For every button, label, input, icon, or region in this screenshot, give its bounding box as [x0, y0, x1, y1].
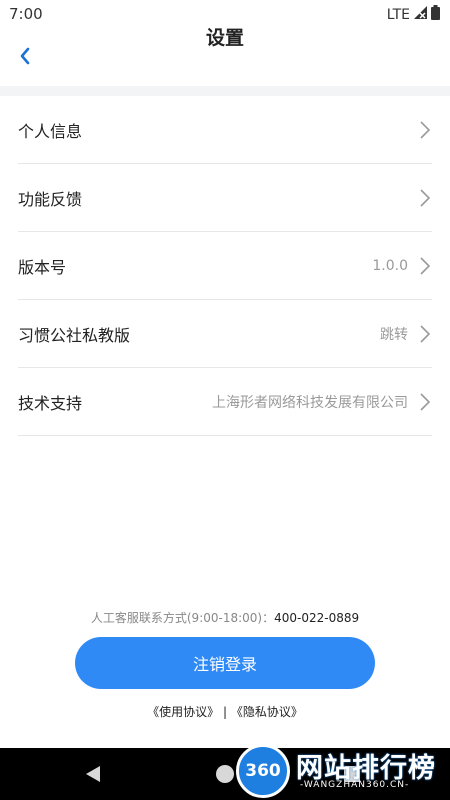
agreement-links: 《使用协议》 | 《隐私协议》	[0, 703, 450, 720]
settings-item-value: 上海形者网络科技发展有限公司	[212, 394, 408, 411]
customer-service-contact: 人工客服联系方式(9:00-18:00)：400-022-0889	[0, 609, 450, 626]
status-icons: LTE	[387, 5, 440, 24]
settings-item-feedback[interactable]: 功能反馈	[18, 164, 432, 232]
settings-item-value: 跳转	[380, 326, 408, 343]
settings-item-label: 版本号	[18, 257, 67, 277]
terms-link[interactable]: 《使用协议》	[147, 705, 219, 719]
contact-phone[interactable]: 400-022-0889	[274, 611, 359, 625]
settings-item-coach-app[interactable]: 习惯公社私教版 跳转	[18, 300, 432, 368]
chevron-right-icon	[418, 255, 432, 277]
watermark: 360 网站排行榜 -WANGZHAN360.CN-	[236, 742, 450, 800]
settings-item-value: 1.0.0	[372, 257, 408, 274]
chevron-right-icon	[418, 119, 432, 141]
settings-item-label: 个人信息	[18, 121, 83, 141]
nav-back-icon[interactable]	[84, 765, 102, 787]
chevron-right-icon	[418, 391, 432, 413]
privacy-link[interactable]: 《隐私协议》	[231, 705, 303, 719]
chevron-right-icon	[418, 323, 432, 345]
page-title: 设置	[205, 27, 244, 49]
header-divider	[0, 86, 450, 96]
signal-icon	[414, 6, 427, 23]
watermark-subtext: -WANGZHAN360.CN-	[300, 780, 410, 790]
settings-item-version[interactable]: 版本号 1.0.0	[18, 232, 432, 300]
battery-icon	[431, 5, 440, 24]
settings-item-label: 技术支持	[18, 393, 83, 413]
settings-item-label: 功能反馈	[18, 189, 83, 209]
chevron-right-icon	[418, 187, 432, 209]
status-time: 7:00	[9, 5, 43, 23]
settings-item-label: 习惯公社私教版	[18, 325, 131, 345]
settings-item-profile[interactable]: 个人信息	[18, 96, 432, 164]
watermark-badge: 360	[236, 744, 290, 798]
settings-item-tech-support[interactable]: 技术支持 上海形者网络科技发展有限公司	[18, 368, 432, 436]
status-bar: 7:00 LTE	[0, 0, 450, 28]
settings-list: 个人信息 功能反馈 版本号 1.0.0 习惯公社私教版 跳转 技术支持 上海形者…	[18, 96, 432, 436]
nav-home-icon[interactable]	[216, 765, 234, 783]
agreement-separator: |	[222, 705, 228, 719]
logout-button[interactable]: 注销登录	[75, 637, 375, 689]
chevron-left-icon	[19, 47, 31, 69]
network-type: LTE	[386, 6, 410, 23]
contact-label: 人工客服联系方式(9:00-18:00)：	[90, 611, 275, 625]
